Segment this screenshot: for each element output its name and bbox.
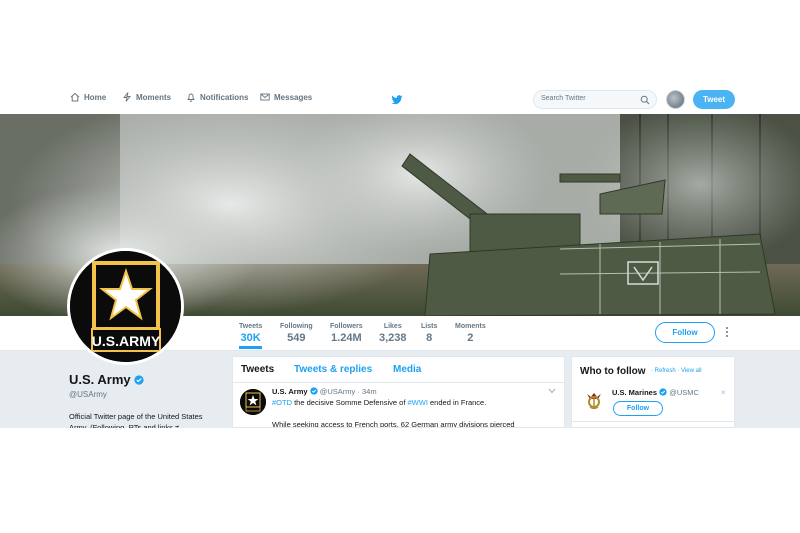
- tweet-time[interactable]: · 34m: [357, 387, 376, 396]
- search-input[interactable]: Search Twitter: [533, 90, 657, 109]
- home-icon: [70, 92, 80, 102]
- army-logo-text: U.S.ARMY: [92, 333, 161, 349]
- nav-moments-label: Moments: [136, 92, 172, 102]
- stat-label: Likes: [383, 323, 402, 330]
- verified-badge-icon: [134, 374, 144, 385]
- stat-lists[interactable]: Lists 8: [421, 323, 437, 344]
- profile-avatar[interactable]: U.S.ARMY: [67, 248, 184, 365]
- stat-label: Lists: [421, 323, 438, 330]
- envelope-icon: [260, 93, 270, 101]
- nav-messages[interactable]: Messages: [260, 92, 312, 102]
- hashtag-link[interactable]: #OTD: [272, 398, 292, 407]
- tab-media[interactable]: Media: [393, 364, 421, 375]
- who-to-follow-panel: Who to follow · Refresh · View all U.S. …: [571, 356, 736, 428]
- stat-label: Tweets: [239, 323, 263, 330]
- tweet-author-name[interactable]: U.S. Army: [272, 387, 308, 396]
- nav-home-label: Home: [84, 92, 107, 102]
- timeline-tabs: Tweets Tweets & replies Media: [233, 357, 564, 383]
- stat-value: 2: [467, 332, 474, 344]
- stat-label: Following: [280, 323, 313, 330]
- suggested-follow-button[interactable]: Follow: [613, 401, 663, 416]
- tweet-author-handle[interactable]: @USArmy: [320, 387, 356, 396]
- suggested-account: U.S. Marines @USMC: [612, 388, 699, 397]
- army-star-icon: [240, 389, 266, 415]
- hashtag-link[interactable]: #WWI: [408, 398, 428, 407]
- tweet-header: U.S. Army @USArmy · 34m: [272, 387, 377, 396]
- tweet-button[interactable]: Tweet: [693, 90, 735, 109]
- timeline-panel: Tweets Tweets & replies Media U.S. Army …: [232, 356, 565, 428]
- stat-following[interactable]: Following 549: [280, 323, 313, 344]
- nav-moments[interactable]: Moments: [122, 92, 171, 102]
- marines-emblem-icon: [583, 389, 605, 411]
- bell-icon: [187, 93, 195, 102]
- stat-label: Moments: [455, 323, 486, 330]
- stat-likes[interactable]: Likes 3,238: [379, 323, 407, 344]
- twitter-profile-page: Home Moments Notifications Messages Sear…: [0, 0, 800, 533]
- search-placeholder: Search Twitter: [541, 95, 586, 102]
- stat-label: Followers: [330, 323, 363, 330]
- suggested-account-handle[interactable]: @USMC: [669, 388, 699, 397]
- stat-tweets[interactable]: Tweets 30K: [239, 323, 263, 349]
- tweet-text: #OTD the decisive Somme Defensive of #WW…: [272, 398, 486, 407]
- lightning-icon: [123, 92, 131, 102]
- who-to-follow-title: Who to follow: [580, 366, 646, 377]
- nav-messages-label: Messages: [274, 92, 313, 102]
- refresh-link[interactable]: Refresh: [655, 368, 676, 374]
- stat-value: 549: [287, 332, 306, 344]
- stat-followers[interactable]: Followers 1.24M: [330, 323, 363, 344]
- tab-tweets-replies[interactable]: Tweets & replies: [294, 364, 372, 375]
- tweet-item[interactable]: U.S. Army @USArmy · 34m #OTD the decisiv…: [233, 383, 564, 428]
- chevron-down-icon[interactable]: [548, 388, 556, 394]
- stat-value: 1.24M: [331, 332, 362, 344]
- tweet-text-segment: ended in France.: [427, 398, 487, 407]
- view-all-link[interactable]: View all: [681, 368, 702, 374]
- page-bottom-blank: [0, 428, 800, 533]
- suggested-account-name[interactable]: U.S. Marines: [612, 388, 657, 397]
- profile-info: U.S. Army @USArmy Official Twitter page …: [69, 372, 224, 433]
- user-avatar[interactable]: [666, 90, 685, 109]
- tweet-text-line: While seeking access to French ports, 62…: [272, 420, 515, 428]
- profile-handle[interactable]: @USArmy: [69, 390, 224, 399]
- more-options-icon[interactable]: [724, 326, 730, 338]
- profile-name[interactable]: U.S. Army: [69, 372, 131, 387]
- stat-moments[interactable]: Moments 2: [455, 323, 486, 344]
- stat-value: 8: [426, 332, 433, 344]
- marines-avatar[interactable]: [582, 388, 606, 412]
- verified-badge-icon: [659, 388, 667, 396]
- stat-value: 3,238: [379, 332, 407, 344]
- dismiss-suggestion-icon[interactable]: ×: [721, 388, 726, 397]
- divider: [572, 421, 736, 422]
- army-logo: U.S.ARMY: [70, 251, 181, 362]
- twitter-bird-icon[interactable]: [391, 94, 403, 106]
- tweet-avatar[interactable]: [240, 389, 266, 415]
- nav-notifications[interactable]: Notifications: [186, 92, 248, 102]
- nav-home[interactable]: Home: [70, 92, 106, 102]
- tab-tweets[interactable]: Tweets: [241, 364, 274, 375]
- separator-dot: ·: [677, 368, 680, 374]
- verified-badge-icon: [309, 387, 318, 395]
- follow-button[interactable]: Follow: [655, 322, 715, 343]
- nav-notifications-label: Notifications: [200, 92, 249, 102]
- tweet-text-segment: the decisive Somme Defensive of: [292, 398, 408, 407]
- stat-value: 30K: [240, 332, 261, 344]
- who-to-follow-links: · Refresh · View all: [651, 368, 702, 374]
- search-icon[interactable]: [640, 95, 650, 105]
- separator-dot: ·: [651, 368, 653, 374]
